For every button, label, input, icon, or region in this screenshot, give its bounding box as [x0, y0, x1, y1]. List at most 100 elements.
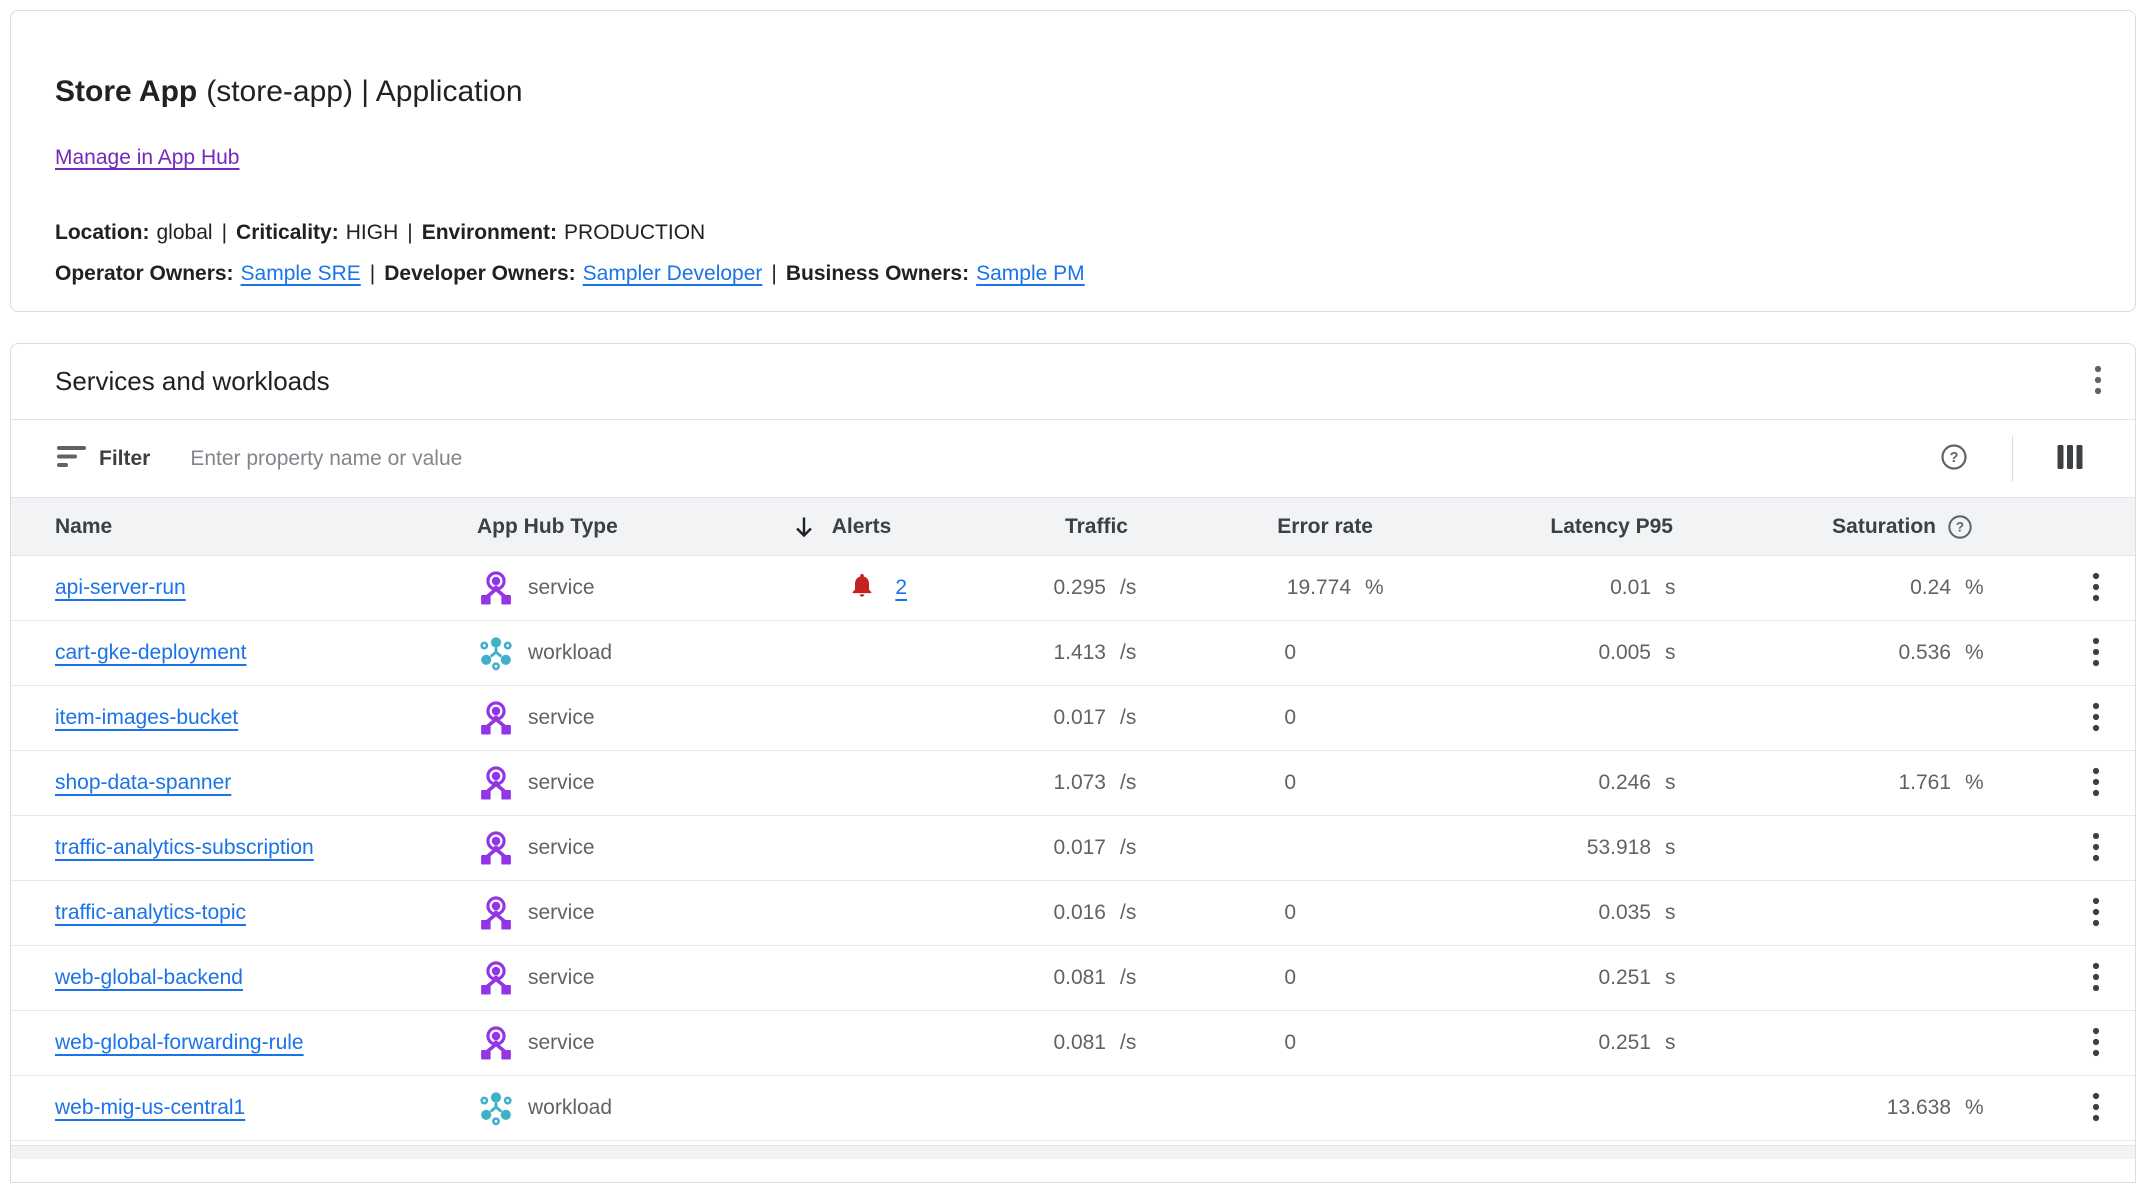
- latency-p95-value: 0.251: [1401, 966, 1651, 990]
- service-name-link[interactable]: web-mig-us-central1: [55, 1096, 245, 1119]
- kebab-icon: [2091, 961, 2101, 996]
- service-name-link[interactable]: item-images-bucket: [55, 706, 238, 729]
- developer-owner-link[interactable]: Sampler Developer: [583, 262, 763, 285]
- app-hub-type-cell: service: [431, 764, 761, 802]
- column-header-error-rate[interactable]: Error rate: [1156, 515, 1401, 539]
- latency-p95-unit: s: [1651, 836, 1701, 860]
- table-row: traffic-analytics-subscription: [11, 816, 2135, 881]
- table-row: web-global-backend: [11, 946, 2135, 1011]
- column-display-button[interactable]: [2057, 443, 2083, 474]
- row-actions-cell: [2001, 636, 2135, 671]
- name-cell: item-images-bucket: [11, 706, 431, 730]
- kebab-icon: [2091, 636, 2101, 671]
- latency-p95-value: 0.251: [1401, 1031, 1651, 1055]
- traffic-value: 0.081: [921, 1031, 1106, 1055]
- filter-help-button[interactable]: ?: [1940, 443, 1968, 474]
- app-hub-type-label: service: [528, 901, 595, 925]
- alerts-cell: [761, 636, 921, 670]
- app-hub-type-label: service: [528, 576, 595, 600]
- kebab-icon: [2091, 571, 2101, 606]
- service-name-link[interactable]: cart-gke-deployment: [55, 641, 246, 664]
- traffic-unit: /s: [1106, 836, 1156, 860]
- traffic-value: 0.081: [921, 966, 1106, 990]
- service-icon: [477, 1024, 515, 1062]
- row-actions-cell: [2001, 571, 2135, 606]
- row-menu-button[interactable]: [2091, 766, 2101, 801]
- row-menu-button[interactable]: [2091, 831, 2101, 866]
- traffic-value: 0.016: [921, 901, 1106, 925]
- app-hub-type-cell: workload: [431, 1089, 761, 1127]
- app-hub-type-label: workload: [528, 641, 612, 665]
- kebab-icon: [2091, 766, 2101, 801]
- alert-count-link[interactable]: 2: [895, 576, 907, 600]
- row-menu-button[interactable]: [2091, 701, 2101, 736]
- saturation-unit: %: [1951, 576, 2001, 600]
- service-icon: [477, 829, 515, 867]
- app-hub-type-label: service: [528, 836, 595, 860]
- column-header-latency-p95[interactable]: Latency P95: [1401, 515, 1701, 539]
- row-menu-button[interactable]: [2091, 961, 2101, 996]
- app-name: Store App: [55, 75, 197, 108]
- column-header-app-hub-type[interactable]: App Hub Type: [431, 515, 761, 539]
- latency-p95-unit: s: [1651, 966, 1701, 990]
- traffic-cell: 0.017/s: [921, 706, 1156, 730]
- column-header-saturation[interactable]: Saturation ?: [1701, 514, 2001, 540]
- app-hub-type-cell: service: [431, 569, 761, 607]
- traffic-unit: /s: [1106, 576, 1156, 600]
- table-row: web-global-forwarding-rule: [11, 1011, 2135, 1076]
- operator-owner-link[interactable]: Sample SRE: [241, 262, 361, 285]
- row-menu-button[interactable]: [2091, 636, 2101, 671]
- saturation-cell: 0.536%: [1701, 641, 2001, 665]
- panel-title: Services and workloads: [55, 366, 330, 397]
- business-owner-link[interactable]: Sample PM: [976, 262, 1085, 285]
- row-actions-cell: [2001, 1091, 2135, 1126]
- service-name-link[interactable]: web-global-forwarding-rule: [55, 1031, 304, 1054]
- workload-icon: [477, 634, 515, 672]
- error-rate-value: 0: [1156, 1031, 1351, 1055]
- traffic-value: 1.413: [921, 641, 1106, 665]
- name-cell: traffic-analytics-subscription: [11, 836, 431, 860]
- service-name-link[interactable]: traffic-analytics-topic: [55, 901, 246, 924]
- kebab-icon: [2091, 1091, 2101, 1126]
- app-hub-type-label: service: [528, 706, 595, 730]
- service-name-link[interactable]: shop-data-spanner: [55, 771, 231, 794]
- latency-p95-unit: s: [1651, 641, 1701, 665]
- latency-p95-unit: s: [1651, 1031, 1701, 1055]
- filter-input[interactable]: [190, 447, 1940, 471]
- error-rate-value: 0: [1156, 771, 1351, 795]
- divider: [2012, 436, 2013, 482]
- row-menu-button[interactable]: [2091, 1091, 2101, 1126]
- service-name-link[interactable]: traffic-analytics-subscription: [55, 836, 314, 859]
- traffic-unit: /s: [1106, 1031, 1156, 1055]
- traffic-cell: 0.081/s: [921, 1031, 1156, 1055]
- alerts-cell: [761, 701, 921, 735]
- app-hub-type-cell: service: [431, 1024, 761, 1062]
- alert-bell-icon: [848, 571, 876, 605]
- service-name-link[interactable]: web-global-backend: [55, 966, 243, 989]
- kebab-icon: [2093, 364, 2103, 399]
- traffic-unit: /s: [1106, 771, 1156, 795]
- meta-value: HIGH: [346, 221, 399, 244]
- help-icon: ?: [1940, 443, 1968, 474]
- service-name-link[interactable]: api-server-run: [55, 576, 186, 599]
- app-hub-type-label: workload: [528, 1096, 612, 1120]
- traffic-cell: 1.413/s: [921, 641, 1156, 665]
- row-menu-button[interactable]: [2091, 571, 2101, 606]
- workload-icon: [477, 1089, 515, 1127]
- app-meta-line-1: Location:global|Criticality:HIGH|Environ…: [55, 212, 2091, 253]
- manage-in-app-hub-link[interactable]: Manage in App Hub: [55, 143, 239, 172]
- column-header-name[interactable]: Name: [11, 515, 431, 539]
- meta-value: global: [157, 221, 213, 244]
- error-rate-cell: 0: [1156, 901, 1401, 925]
- traffic-cell: 0.017/s: [921, 836, 1156, 860]
- column-header-traffic[interactable]: Traffic: [921, 515, 1156, 539]
- traffic-unit: /s: [1106, 901, 1156, 925]
- panel-menu-button[interactable]: [2093, 364, 2103, 399]
- columns-icon: [2057, 443, 2083, 474]
- traffic-unit: /s: [1106, 966, 1156, 990]
- column-header-alerts[interactable]: Alerts: [761, 514, 921, 540]
- row-menu-button[interactable]: [2091, 896, 2101, 931]
- saturation-help-icon[interactable]: ?: [1947, 514, 1973, 540]
- row-menu-button[interactable]: [2091, 1026, 2101, 1061]
- kebab-icon: [2091, 1026, 2101, 1061]
